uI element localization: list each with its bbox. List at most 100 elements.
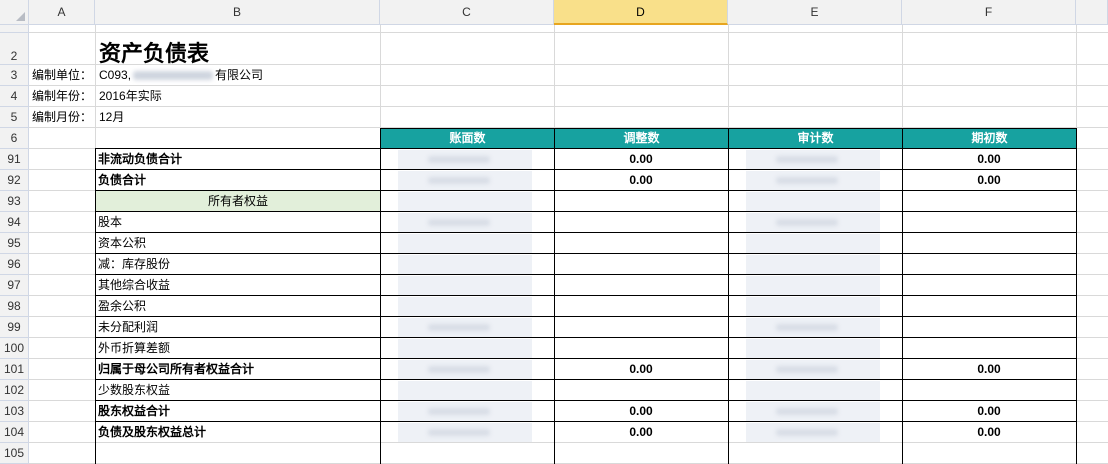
row-header[interactable]: 92: [0, 170, 29, 191]
row-label: 负债及股东权益总计: [98, 425, 207, 439]
column-header-b[interactable]: B: [95, 0, 380, 25]
table-border: [728, 128, 729, 464]
grid-row: [29, 296, 1108, 317]
opening-value: 0.00: [977, 404, 1001, 418]
row-label: 股本: [98, 215, 123, 229]
opening-value: 0.00: [977, 173, 1001, 187]
row-label: 盈余公积: [98, 299, 147, 313]
table-border: [95, 148, 1077, 149]
grid-row: [29, 86, 1108, 107]
row-header[interactable]: 6: [0, 128, 29, 149]
redacted-cell-bg: [398, 297, 532, 316]
redacted-cell-bg: [398, 192, 532, 211]
column-header-a[interactable]: A: [29, 0, 95, 25]
row-header[interactable]: 4: [0, 86, 29, 107]
row-header[interactable]: 96: [0, 254, 29, 275]
select-all-corner[interactable]: [0, 0, 29, 25]
row-header[interactable]: 91: [0, 149, 29, 170]
adjustment-value: 0.00: [629, 152, 653, 166]
adjustment-value: 0.00: [629, 173, 653, 187]
row-header[interactable]: 5: [0, 107, 29, 128]
redacted-company-name: [133, 71, 214, 81]
row-header[interactable]: 94: [0, 212, 29, 233]
table-border: [95, 190, 1077, 191]
row-label: 资本公积: [98, 236, 147, 250]
row-header[interactable]: 98: [0, 296, 29, 317]
redacted-cell-bg: [398, 255, 532, 274]
sheet-title: 资产负债表: [99, 42, 210, 67]
redacted-value: [428, 177, 490, 184]
row-header[interactable]: 95: [0, 233, 29, 254]
row-header[interactable]: 3: [0, 65, 29, 86]
info-label: 编制月份：: [32, 110, 93, 124]
info-label: 编制单位：: [32, 68, 93, 82]
redacted-cell-bg: [746, 297, 880, 316]
redacted-value: [776, 156, 838, 163]
redacted-value: [776, 219, 838, 226]
redacted-cell-bg: [398, 276, 532, 295]
column-header-c[interactable]: C: [380, 0, 554, 25]
redacted-value: [776, 324, 838, 331]
grid-row: [29, 107, 1108, 128]
table-header-book: 账面数: [380, 128, 555, 149]
row-label: 负债合计: [98, 173, 147, 187]
table-header-adjustment: 调整数: [554, 128, 729, 149]
table-border: [554, 128, 555, 464]
redacted-cell-bg: [746, 255, 880, 274]
company-code: C093,: [99, 68, 132, 82]
adjustment-value: 0.00: [629, 362, 653, 376]
grid-row: [29, 275, 1108, 296]
row-header[interactable]: 100: [0, 338, 29, 359]
row-header[interactable]: 101: [0, 359, 29, 380]
redacted-value: [776, 408, 838, 415]
column-header-e[interactable]: E: [728, 0, 902, 25]
row-label: 归属于母公司所有者权益合计: [98, 362, 255, 376]
grid-row: [29, 25, 1108, 33]
row-label: 少数股东权益: [98, 383, 171, 397]
row-header[interactable]: 2: [0, 33, 29, 65]
redacted-cell-bg: [398, 234, 532, 253]
table-border: [95, 337, 1077, 338]
row-header[interactable]: [0, 25, 29, 33]
table-border: [95, 169, 1077, 170]
redacted-cell-bg: [746, 234, 880, 253]
select-all-triangle-icon: [16, 12, 25, 21]
column-header-d[interactable]: D: [554, 0, 728, 25]
redacted-value: [428, 366, 490, 373]
row-label: 非流动负债合计: [98, 152, 183, 166]
row-header[interactable]: 97: [0, 275, 29, 296]
table-border: [1076, 128, 1077, 464]
row-label: 股东权益合计: [98, 404, 171, 418]
column-header-f[interactable]: F: [902, 0, 1076, 25]
opening-value: 0.00: [977, 425, 1001, 439]
row-label: 外币折算差额: [98, 341, 171, 355]
spreadsheet[interactable]: ABCDEF 2 3 4 5 6 91 92 93 94 95 96 97 98 99 100 101 102 1…: [0, 0, 1108, 464]
info-value: 12月: [99, 110, 125, 124]
redacted-cell-bg: [398, 381, 532, 400]
table-border: [902, 128, 903, 464]
row-header[interactable]: 102: [0, 380, 29, 401]
grid-row: [29, 380, 1108, 401]
table-border: [95, 379, 1077, 380]
redacted-cell-bg: [398, 339, 532, 358]
redacted-value: [428, 324, 490, 331]
table-header-opening: 期初数: [902, 128, 1077, 149]
opening-value: 0.00: [977, 362, 1001, 376]
grid-row: [29, 338, 1108, 359]
row-header[interactable]: 105: [0, 443, 29, 464]
redacted-value: [428, 408, 490, 415]
table-border: [95, 295, 1077, 296]
grid-row: [29, 212, 1108, 233]
company-suffix: 有限公司: [215, 68, 264, 82]
row-header[interactable]: 93: [0, 191, 29, 212]
table-border: [95, 274, 1077, 275]
redacted-value: [776, 429, 838, 436]
table-header-audit: 审计数: [728, 128, 903, 149]
adjustment-value: 0.00: [629, 425, 653, 439]
adjustment-value: 0.00: [629, 404, 653, 418]
redacted-value: [428, 429, 490, 436]
redacted-value: [776, 177, 838, 184]
row-header[interactable]: 103: [0, 401, 29, 422]
row-header[interactable]: 104: [0, 422, 29, 443]
row-header[interactable]: 99: [0, 317, 29, 338]
